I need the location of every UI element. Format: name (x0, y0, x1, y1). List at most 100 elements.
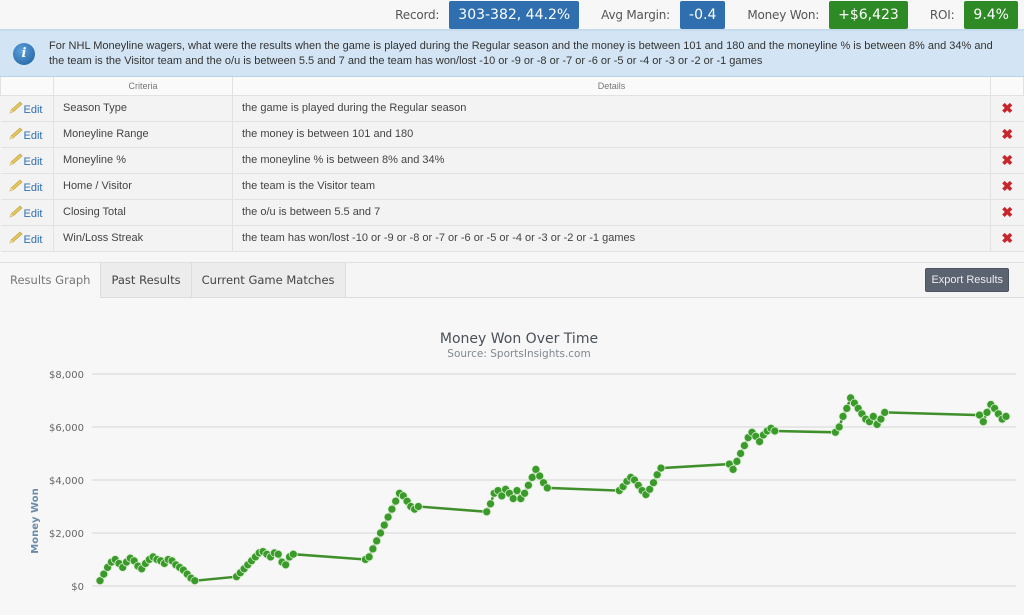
info-icon: i (13, 42, 35, 65)
data-point[interactable] (379, 520, 389, 530)
data-point[interactable] (512, 485, 522, 495)
data-point[interactable] (281, 559, 291, 569)
results-chart: Money Won Over Time Source: SportsInsigh… (0, 297, 1024, 615)
data-point[interactable] (482, 506, 492, 516)
delete-icon[interactable]: ✖ (1001, 178, 1013, 194)
data-point[interactable] (520, 488, 529, 498)
money-won-chart-svg: Money Won Over Time Source: SportsInsigh… (30, 331, 1016, 593)
data-point[interactable] (486, 498, 495, 508)
delete-icon[interactable]: ✖ (1001, 100, 1013, 116)
criteria-table: Criteria Details Edit Season Type the game… (0, 77, 1024, 252)
query-summary-text: For NHL Moneyline wagers, what were the … (49, 39, 993, 67)
edit-cell[interactable]: Edit (0, 95, 54, 122)
data-point[interactable] (288, 549, 298, 559)
pencil-icon (9, 205, 22, 217)
delete-icon[interactable]: ✖ (1001, 126, 1013, 142)
y-tick-label: $8,000 (49, 370, 84, 381)
header-details: Details (232, 77, 991, 96)
delete-icon[interactable]: ✖ (1001, 230, 1013, 246)
data-point[interactable] (649, 477, 658, 487)
record-value-badge: 303-382, 44.2% (449, 0, 580, 29)
data-point[interactable] (364, 551, 374, 561)
pencil-icon (9, 101, 22, 113)
y-axis-label: Money Won (30, 488, 41, 553)
money-won-value-badge: +$6,423 (829, 0, 908, 29)
data-point[interactable] (413, 501, 423, 511)
data-point[interactable] (508, 493, 518, 503)
data-point[interactable] (372, 535, 382, 545)
data-point[interactable] (524, 480, 533, 490)
delete-cell[interactable]: ✖ (990, 95, 1024, 122)
delete-cell[interactable]: ✖ (990, 147, 1024, 174)
data-point[interactable] (542, 482, 552, 492)
data-point[interactable] (190, 575, 200, 585)
edit-cell[interactable]: Edit (0, 121, 54, 148)
data-point[interactable] (880, 407, 890, 417)
criteria-details: the o/u is between 5.5 and 7 (232, 199, 991, 226)
criteria-details: the moneyline % is between 8% and 34% (232, 147, 991, 174)
criteria-name: Moneyline % (53, 147, 233, 174)
edit-cell[interactable]: Edit (0, 225, 54, 252)
data-point[interactable] (740, 440, 749, 450)
data-point[interactable] (838, 411, 848, 421)
data-point[interactable] (368, 543, 378, 553)
data-point[interactable] (383, 512, 393, 522)
criteria-name: Moneyline Range (53, 121, 233, 148)
data-point[interactable] (770, 426, 780, 435)
edit-link[interactable]: Edit (24, 234, 43, 246)
chart-title: Money Won Over Time (440, 331, 598, 347)
stat-label: Record: (395, 7, 440, 22)
data-point[interactable] (728, 464, 738, 474)
delete-cell[interactable]: ✖ (990, 173, 1024, 200)
y-tick-label: $4,000 (49, 476, 84, 487)
criteria-row: Edit Moneyline Range the money is between … (0, 121, 1024, 148)
edit-link[interactable]: Edit (24, 104, 43, 116)
criteria-details: the money is between 101 and 180 (232, 121, 991, 148)
criteria-details: the team has won/lost -10 or -9 or -8 or… (232, 225, 991, 252)
data-point[interactable] (387, 504, 397, 514)
edit-cell[interactable]: Edit (0, 147, 54, 174)
criteria-name: Home / Visitor (53, 173, 233, 200)
edit-cell[interactable]: Edit (0, 173, 54, 200)
data-point[interactable] (391, 496, 401, 506)
tab-current-game-matches[interactable]: Current Game Matches (191, 262, 346, 297)
data-point[interactable] (834, 422, 844, 431)
y-tick-label: $2,000 (49, 529, 84, 540)
delete-cell[interactable]: ✖ (990, 199, 1024, 226)
stat-label: Avg Margin: (601, 7, 671, 22)
edit-link[interactable]: Edit (24, 156, 43, 168)
criteria-row: Edit Closing Total the o/u is between 5.5 … (0, 199, 1024, 226)
criteria-row: Edit Home / Visitor the team is the Visito… (0, 173, 1024, 200)
delete-icon[interactable]: ✖ (1001, 152, 1013, 168)
data-point[interactable] (868, 411, 878, 421)
data-point[interactable] (982, 407, 992, 417)
stat-label: Money Won: (747, 7, 820, 22)
criteria-name: Win/Loss Streak (53, 225, 233, 252)
data-point[interactable] (736, 448, 745, 458)
edit-cell[interactable]: Edit (0, 199, 54, 226)
data-point[interactable] (842, 403, 852, 413)
tab-results-graph[interactable]: Results Graph (0, 262, 102, 298)
data-point[interactable] (1001, 411, 1011, 421)
data-point[interactable] (376, 528, 385, 537)
delete-cell[interactable]: ✖ (990, 225, 1024, 252)
tab-past-results[interactable]: Past Results (101, 262, 192, 297)
avg-margin-value-badge: -0.4 (680, 0, 726, 29)
delete-icon[interactable]: ✖ (1001, 204, 1013, 220)
stat-money-won: Money Won: +$6,423 (747, 0, 908, 29)
data-point[interactable] (273, 549, 283, 559)
edit-link[interactable]: Edit (24, 182, 43, 194)
criteria-name: Season Type (53, 95, 233, 122)
data-point[interactable] (978, 416, 988, 426)
data-point[interactable] (732, 456, 742, 466)
header-criteria: Criteria (53, 77, 233, 96)
pencil-icon (9, 127, 22, 139)
edit-link[interactable]: Edit (24, 208, 43, 220)
delete-cell[interactable]: ✖ (990, 121, 1024, 148)
export-results-button[interactable]: Export Results (925, 267, 1009, 292)
stat-roi: ROI: 9.4% (930, 0, 1018, 29)
header-edit (0, 77, 54, 96)
data-point[interactable] (527, 472, 537, 482)
edit-link[interactable]: Edit (24, 130, 43, 142)
data-point[interactable] (656, 463, 666, 473)
